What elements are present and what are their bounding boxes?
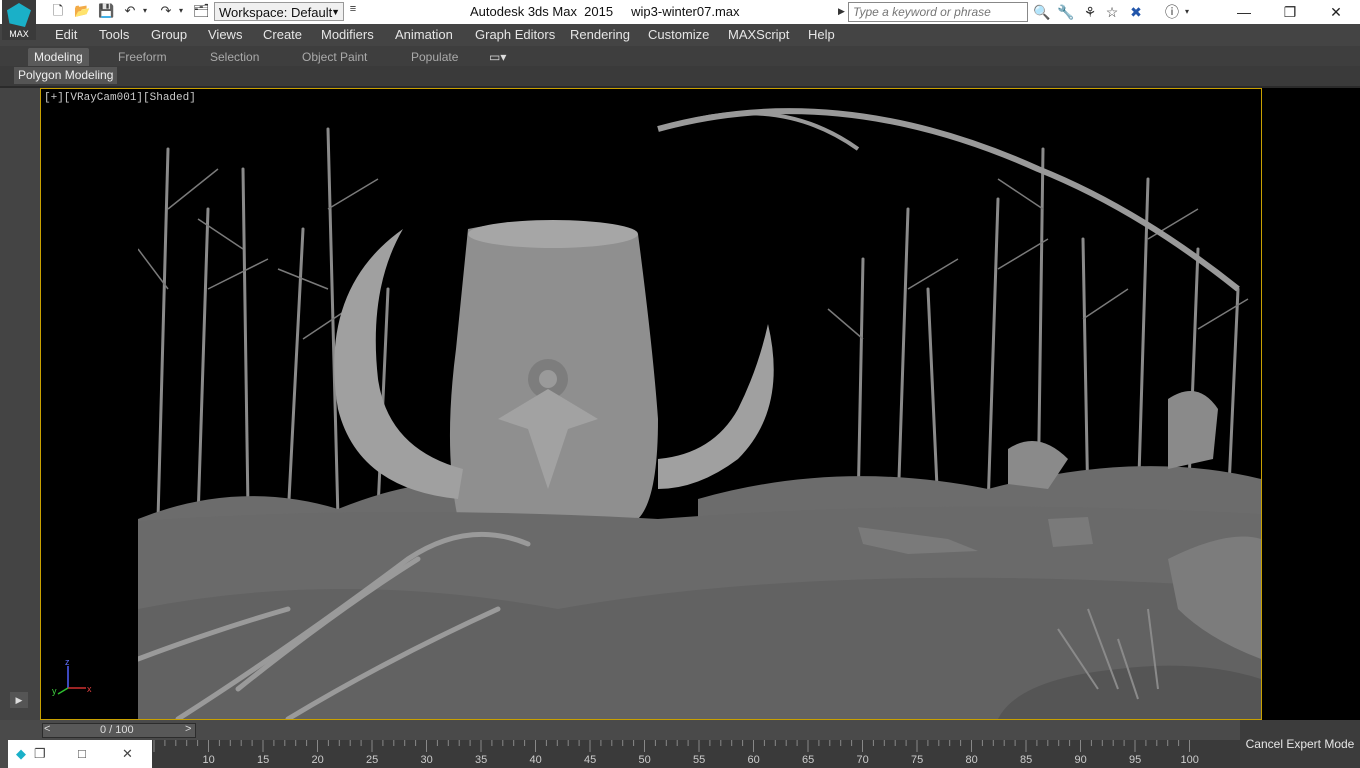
ruler-tick-label: 20 [311,754,324,766]
ruler-tick-label: 90 [1074,754,1087,766]
ruler-tick-label: 95 [1129,754,1142,766]
logo-text: MAX [9,29,29,39]
tab-populate[interactable]: Populate [411,48,458,66]
binoculars-icon[interactable]: 🔍 [1032,3,1052,21]
tab-freeform[interactable]: Freeform [118,48,167,66]
chevron-down-icon: ▼ [331,7,340,17]
taskbar-thumbnail[interactable]: ◆ ❐ □ ✕ [8,740,152,768]
menu-customize[interactable]: Customize [648,27,709,42]
tab-modeling[interactable]: Modeling [28,48,89,66]
ribbon-tab-bar [0,46,1360,66]
axis-z-label: z [65,660,70,667]
app-logo[interactable]: MAX [2,0,36,40]
ruler-tick-label: 35 [475,754,488,766]
ruler-tick-label: 85 [1020,754,1033,766]
window-title: Autodesk 3ds Max 2015 wip3-winter07.max [470,4,740,19]
viewport-label[interactable]: [+][VRayCam001][Shaded] [44,92,196,104]
undo-icon[interactable]: ↶ [122,3,138,19]
menu-maxscript[interactable]: MAXScript [728,27,789,42]
ruler-tick-label: 80 [965,754,978,766]
menu-tools[interactable]: Tools [99,27,129,42]
ruler-tick-label: 10 [202,754,215,766]
menu-graph-editors[interactable]: Graph Editors [475,27,555,42]
menu-modifiers[interactable]: Modifiers [321,27,374,42]
ruler-tick-label: 45 [584,754,597,766]
play-icon[interactable]: ▶ [10,692,28,708]
axis-tripod-icon: z y x [52,660,92,696]
ruler-tick-label: 75 [911,754,924,766]
search-input[interactable] [848,2,1028,22]
search-expand-icon[interactable]: ▶ [838,6,846,18]
minimize-icon[interactable]: — [1221,0,1267,24]
ruler-tick-label: 100 [1180,754,1199,766]
close-icon[interactable]: ✕ [1313,0,1359,24]
ruler-tick-label: 30 [420,754,433,766]
menu-rendering[interactable]: Rendering [570,27,630,42]
ruler-tick-label: 50 [638,754,651,766]
close-icon[interactable]: ✕ [122,746,133,762]
new-file-icon[interactable]: 🗋 [50,3,66,19]
cancel-expert-mode-button[interactable]: Cancel Expert Mode [1240,720,1360,768]
app-taskbar-icon[interactable]: ◆ [16,746,26,762]
tab-selection[interactable]: Selection [210,48,259,66]
star-icon[interactable]: ☆ [1102,3,1122,21]
time-slider-prev-button[interactable]: < [44,723,50,735]
polygon-modeling-panel[interactable]: Polygon Modeling [14,67,118,84]
axis-x-label: x [87,684,92,694]
ruler-tick-label: 55 [693,754,706,766]
ribbon-panel-bar [0,66,1360,86]
menu-animation[interactable]: Animation [395,27,453,42]
ruler-tick-label: 60 [747,754,760,766]
ribbon-options-icon[interactable]: ▭▾ [489,48,506,66]
viewport-safe-frame-margin [1262,88,1360,720]
x-close-icon[interactable]: ✖ [1126,3,1146,21]
help-dropdown-icon[interactable]: ▾ [1182,3,1192,21]
menu-help[interactable]: Help [808,27,835,42]
undo-dropdown-icon[interactable]: ▾ [140,3,150,19]
viewport-scene[interactable] [138,89,1261,719]
redo-icon[interactable]: ↷ [158,3,174,19]
axis-y-label: y [52,686,57,696]
project-folder-icon[interactable]: 🗂 [193,3,210,19]
workspace-select[interactable]: Workspace: Default ▼ [214,2,344,21]
tab-object-paint[interactable]: Object Paint [302,48,367,66]
menu-views[interactable]: Views [208,27,242,42]
restore-icon[interactable]: ❐ [34,746,46,762]
frame-counter: 0 / 100 [100,724,134,736]
ruler-tick-label: 70 [856,754,869,766]
max-logo-icon [7,3,31,27]
open-file-icon[interactable]: 📂 [74,3,90,19]
ruler-tick-label: 25 [366,754,379,766]
redo-dropdown-icon[interactable]: ▾ [176,3,186,19]
ruler-tick-label: 15 [257,754,270,766]
ruler-tick-label: 65 [802,754,815,766]
menu-group[interactable]: Group [151,27,187,42]
tools-icon[interactable]: 🔧 [1056,3,1076,21]
time-slider-next-button[interactable]: > [185,723,191,735]
workspace-menu-icon[interactable]: ≡ [346,3,360,21]
favorites-icon[interactable]: ⚘ [1080,3,1100,21]
help-icon[interactable]: ⓘ [1162,3,1182,21]
menu-create[interactable]: Create [263,27,302,42]
maximize-icon[interactable]: □ [78,746,86,761]
restore-icon[interactable]: ❐ [1267,0,1313,24]
save-icon[interactable]: 💾 [98,3,114,19]
menu-edit[interactable]: Edit [55,27,77,42]
ruler-tick-label: 40 [529,754,542,766]
workspace-label: Workspace: Default [219,5,333,20]
